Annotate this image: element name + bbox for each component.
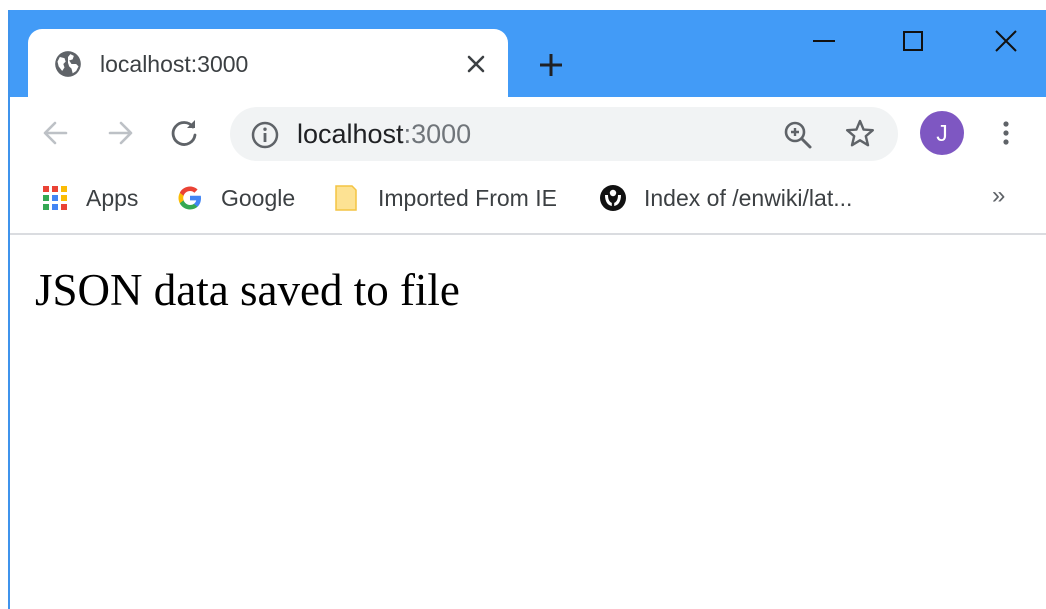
bookmark-index-enwiki[interactable]: Index of /enwiki/lat... bbox=[598, 181, 878, 215]
url-text[interactable]: localhost:3000 bbox=[297, 117, 471, 151]
active-tab[interactable]: localhost:3000 bbox=[28, 29, 508, 97]
new-tab-button[interactable] bbox=[536, 50, 566, 80]
reload-icon[interactable] bbox=[166, 115, 202, 151]
info-icon[interactable] bbox=[250, 120, 280, 150]
back-arrow-icon[interactable] bbox=[38, 115, 74, 151]
bookmarks-bar: Apps Google Imported From IE Index of /e… bbox=[10, 169, 1046, 235]
bookmark-star-icon[interactable] bbox=[844, 118, 876, 150]
profile-avatar[interactable]: J bbox=[920, 111, 964, 155]
more-menu-icon[interactable] bbox=[994, 117, 1018, 149]
bookmark-label: Google bbox=[221, 185, 296, 211]
apps-grid-icon bbox=[43, 186, 67, 210]
zoom-in-icon[interactable] bbox=[782, 119, 814, 151]
address-bar[interactable]: localhost:3000 bbox=[230, 107, 898, 161]
tab-title: localhost:3000 bbox=[100, 51, 249, 77]
google-icon bbox=[178, 186, 201, 210]
bookmark-label: Apps bbox=[86, 185, 139, 211]
browser-toolbar: localhost:3000 J bbox=[10, 97, 1046, 169]
forward-arrow-icon[interactable] bbox=[102, 115, 138, 151]
bookmark-google[interactable]: Google bbox=[175, 181, 305, 215]
url-host: localhost bbox=[297, 119, 404, 149]
minimize-icon[interactable] bbox=[804, 26, 844, 56]
close-window-icon[interactable] bbox=[986, 26, 1026, 56]
bookmark-label: Imported From IE bbox=[378, 185, 557, 211]
bookmarks-overflow-chevron-icon[interactable]: » bbox=[992, 181, 1005, 211]
wikimedia-icon bbox=[600, 185, 626, 211]
title-bar: localhost:3000 bbox=[10, 10, 1046, 97]
close-icon[interactable] bbox=[464, 52, 488, 76]
page-message: JSON data saved to file bbox=[35, 265, 460, 315]
globe-icon bbox=[55, 51, 81, 77]
bookmark-apps[interactable]: Apps bbox=[40, 181, 150, 215]
url-port: :3000 bbox=[403, 119, 472, 149]
page-content: JSON data saved to file bbox=[10, 235, 1046, 609]
bookmark-imported-from-ie[interactable]: Imported From IE bbox=[332, 181, 572, 215]
bookmark-label: Index of /enwiki/lat... bbox=[644, 185, 853, 211]
folder-icon bbox=[335, 185, 357, 211]
maximize-icon[interactable] bbox=[894, 26, 934, 56]
browser-window: localhost:3000 localhost:3000 J Apps Goo… bbox=[8, 10, 1046, 609]
